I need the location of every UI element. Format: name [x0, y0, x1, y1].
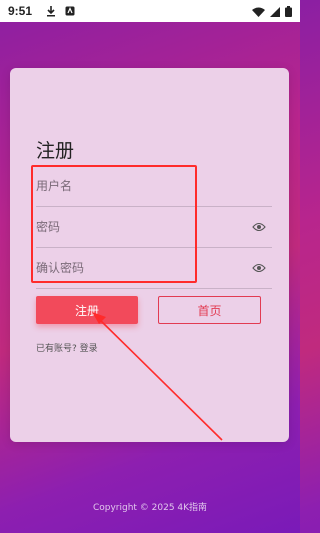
register-button[interactable]: 注册 — [36, 296, 138, 324]
download-icon — [46, 5, 56, 17]
wifi-icon — [252, 2, 265, 21]
status-bar: 9:51 — [0, 0, 300, 22]
eye-icon[interactable] — [252, 262, 266, 274]
battery-icon — [285, 2, 292, 21]
signal-icon — [270, 2, 280, 21]
eye-icon[interactable] — [252, 221, 266, 233]
home-button[interactable]: 首页 — [158, 296, 261, 324]
status-time: 9:51 — [8, 4, 33, 18]
login-link[interactable]: 已有账号? 登录 — [36, 341, 98, 354]
app-notification-icon — [65, 6, 75, 16]
copyright-text: Copyright © 2025 4K指南 — [92, 503, 208, 513]
annotation-highlight-box — [31, 165, 197, 283]
page-title: 注册 — [36, 140, 75, 162]
